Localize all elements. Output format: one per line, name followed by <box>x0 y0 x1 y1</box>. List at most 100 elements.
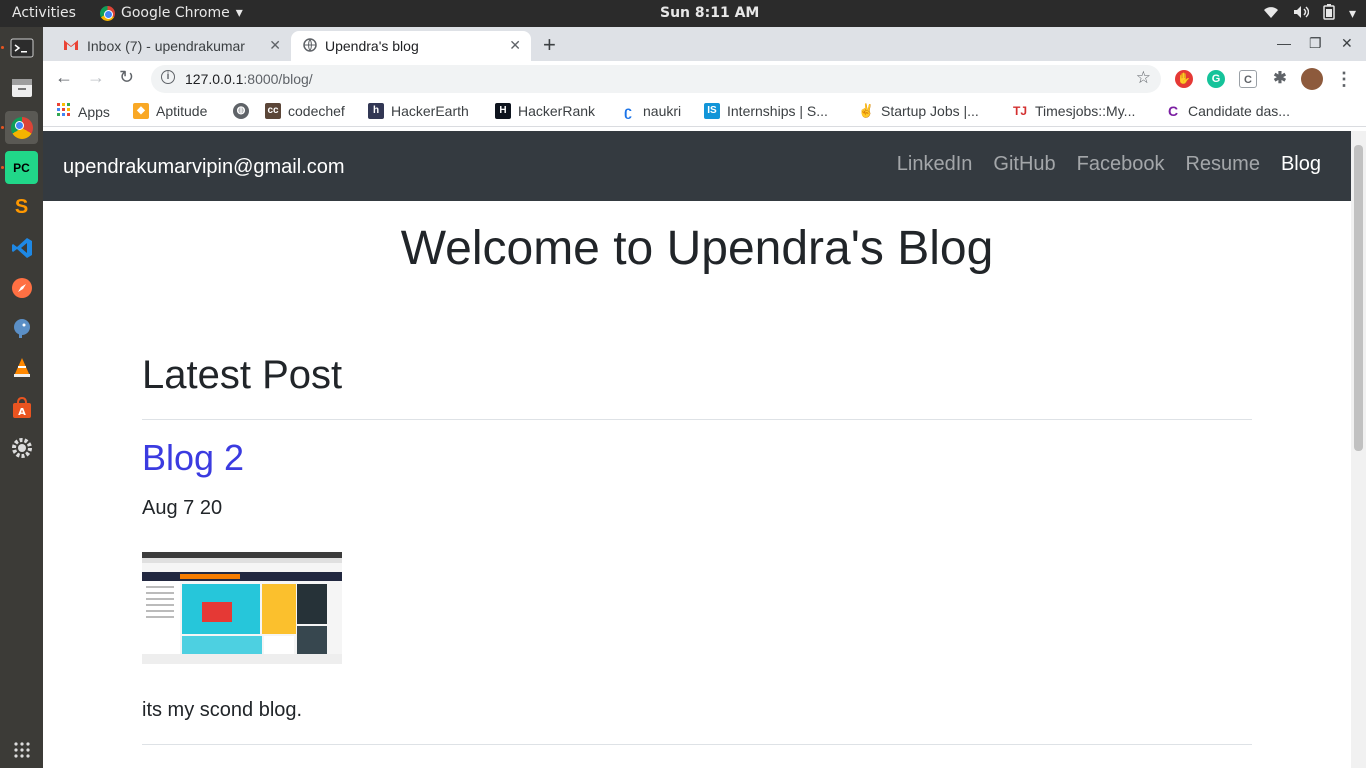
bookmark-candidate[interactable]: C Candidate das... <box>1165 103 1290 119</box>
show-applications-grid-icon[interactable] <box>5 733 38 766</box>
running-indicator <box>1 46 4 49</box>
battery-icon <box>1323 4 1335 24</box>
caret-down-icon: ▾ <box>235 5 243 21</box>
bookmark-timesjobs[interactable]: TJ Timesjobs::My... <box>1012 103 1135 119</box>
page-scrollbar[interactable] <box>1351 131 1366 768</box>
extensions-puzzle-icon[interactable]: ✱ <box>1271 70 1289 88</box>
address-bar[interactable]: i 127.0.0.1:8000/blog/ ☆ <box>151 65 1161 93</box>
bookmark-startup-jobs[interactable]: ✌ Startup Jobs |... <box>858 103 979 119</box>
angellist-icon: ✌ <box>858 103 875 118</box>
svg-text:A: A <box>18 407 26 418</box>
bookmark-hackerrank[interactable]: H HackerRank <box>495 103 595 119</box>
post-thumbnail-image <box>142 552 342 664</box>
system-menu-caret-icon: ▾ <box>1348 6 1356 22</box>
vscode-icon[interactable] <box>5 231 38 264</box>
postgres-elephant-icon[interactable] <box>5 311 38 344</box>
minimize-window-icon[interactable]: — <box>1277 35 1291 51</box>
new-tab-plus-icon[interactable]: + <box>543 32 556 58</box>
files-icon[interactable] <box>5 71 38 104</box>
bookmark-label: Startup Jobs |... <box>881 103 979 119</box>
globe-icon: ◍ <box>233 103 249 119</box>
bookmark-label: HackerEarth <box>391 103 469 119</box>
ubuntu-dock: PC S A <box>0 27 43 768</box>
app-menu[interactable]: Google Chrome ▾ <box>100 5 243 21</box>
sublime-text-icon[interactable]: S <box>5 191 38 224</box>
restore-window-icon[interactable]: ❐ <box>1309 35 1322 52</box>
software-center-icon[interactable]: A <box>5 391 38 424</box>
bookmark-label: Candidate das... <box>1188 103 1290 119</box>
tab-blog[interactable]: Upendra's blog ✕ <box>291 31 531 61</box>
settings-gear-icon[interactable] <box>5 431 38 464</box>
pycharm-icon[interactable]: PC <box>5 151 38 184</box>
bookmark-label: Internships | S... <box>727 103 828 119</box>
bookmark-codechef[interactable]: cc codechef <box>265 103 345 119</box>
chrome-window: Inbox (7) - upendrakumar ✕ Upendra's blo… <box>43 27 1366 768</box>
browser-toolbar: ← → ↻ i 127.0.0.1:8000/blog/ ☆ ✋ G C ✱ ⋮ <box>43 61 1366 97</box>
chrome-dock-icon[interactable] <box>5 111 38 144</box>
nav-link-github[interactable]: GitHub <box>993 153 1055 176</box>
adblock-extension-icon[interactable]: ✋ <box>1175 70 1193 88</box>
close-window-icon[interactable]: ✕ <box>1341 35 1353 52</box>
nav-link-linkedin[interactable]: LinkedIn <box>897 153 973 176</box>
site-brand[interactable]: upendrakumarvipin@gmail.com <box>63 156 345 179</box>
bookmark-label: naukri <box>643 103 682 119</box>
divider <box>142 419 1252 420</box>
page-viewport: upendrakumarvipin@gmail.com LinkedIn Git… <box>43 131 1351 768</box>
volume-icon <box>1293 5 1310 23</box>
post-excerpt: its my scond blog. <box>142 699 303 721</box>
bookmark-label: Aptitude <box>156 103 208 119</box>
candidate-icon: C <box>1167 103 1179 119</box>
url-text: 127.0.0.1:8000/blog/ <box>185 71 313 87</box>
codechef-icon: cc <box>265 103 281 119</box>
bookmark-aptitude[interactable]: ◆ Aptitude <box>133 103 207 119</box>
close-tab-icon[interactable]: ✕ <box>269 37 281 54</box>
bookmark-hackerearth[interactable]: h HackerEarth <box>368 103 469 119</box>
running-indicator <box>1 166 4 169</box>
aptitude-icon: ◆ <box>133 103 149 119</box>
bookmark-label: HackerRank <box>518 103 596 119</box>
post-date: Aug 7 20 <box>142 497 223 519</box>
forward-arrow-icon[interactable]: → <box>87 67 105 88</box>
site-nav-links: LinkedIn GitHub Facebook Resume Blog <box>897 153 1321 176</box>
chrome-icon <box>100 5 115 21</box>
tab-title: Inbox (7) - upendrakumar <box>87 38 245 54</box>
bookmark-internships[interactable]: IS Internships | S... <box>704 103 828 119</box>
bookmark-naukri[interactable]: ʗ naukri <box>620 103 681 119</box>
gmail-icon <box>63 38 79 54</box>
nav-link-blog[interactable]: Blog <box>1281 153 1321 176</box>
back-arrow-icon[interactable]: ← <box>55 67 73 88</box>
bookmark-label: codechef <box>288 103 345 119</box>
tab-strip: Inbox (7) - upendrakumar ✕ Upendra's blo… <box>43 27 1366 61</box>
extension-c-icon[interactable]: C <box>1239 70 1257 88</box>
clock[interactable]: Sun 8:11 AM <box>660 5 759 21</box>
close-tab-icon[interactable]: ✕ <box>509 37 521 54</box>
naukri-icon: ʗ <box>624 103 632 119</box>
section-title: Latest Post <box>142 353 343 397</box>
bookmark-star-icon[interactable]: ☆ <box>1136 68 1151 88</box>
scrollbar-thumb[interactable] <box>1354 145 1363 451</box>
apps-grid-icon <box>57 103 71 120</box>
site-info-icon[interactable]: i <box>161 70 175 84</box>
nav-link-resume[interactable]: Resume <box>1185 153 1259 176</box>
grammarly-extension-icon[interactable]: G <box>1207 70 1225 88</box>
browser-compass-icon[interactable] <box>5 271 38 304</box>
browser-menu-kebab-icon[interactable]: ⋮ <box>1335 70 1353 88</box>
tab-gmail[interactable]: Inbox (7) - upendrakumar ✕ <box>53 31 291 61</box>
profile-avatar[interactable] <box>1301 68 1323 90</box>
reload-icon[interactable]: ↻ <box>119 67 134 88</box>
system-tray[interactable]: ▾ <box>1263 4 1356 24</box>
hackerrank-icon: H <box>495 103 511 119</box>
running-indicator <box>1 126 4 129</box>
post-title-link[interactable]: Blog 2 <box>142 437 244 479</box>
site-navbar: upendrakumarvipin@gmail.com LinkedIn Git… <box>43 131 1351 201</box>
bookmark-label: Timesjobs::My... <box>1035 103 1136 119</box>
hackerearth-icon: h <box>368 103 384 119</box>
vlc-icon[interactable] <box>5 351 38 384</box>
bookmark-apps[interactable]: Apps <box>57 103 110 120</box>
bookmark-globe[interactable]: ◍ <box>233 103 249 119</box>
nav-link-facebook[interactable]: Facebook <box>1077 153 1165 176</box>
bookmark-label: Apps <box>78 103 110 120</box>
activities-button[interactable]: Activities <box>12 5 76 21</box>
tab-title: Upendra's blog <box>325 38 419 54</box>
terminal-icon[interactable] <box>5 31 38 64</box>
